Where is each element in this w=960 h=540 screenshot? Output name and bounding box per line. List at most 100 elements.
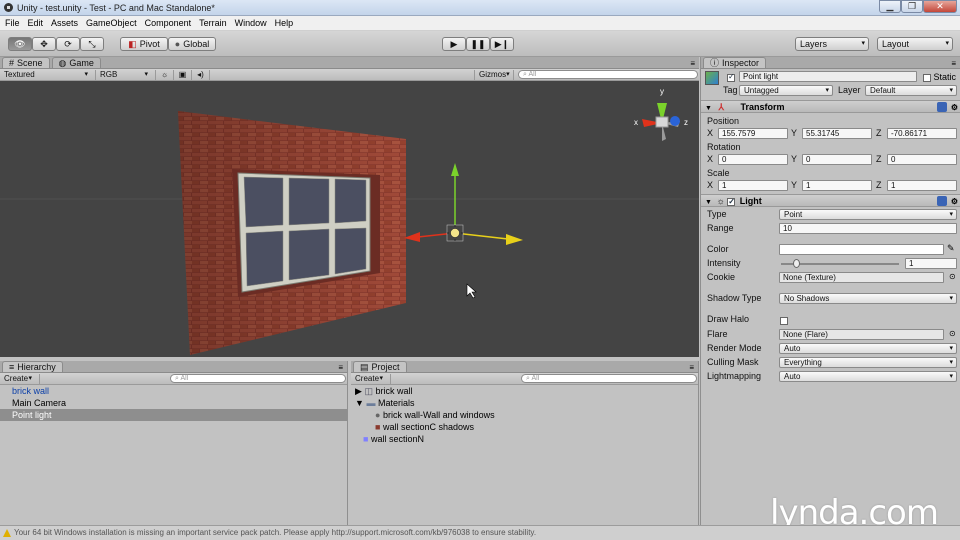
tab-scene[interactable]: # Scene <box>2 57 50 68</box>
close-window-button[interactable]: ✕ <box>923 0 957 13</box>
play-button[interactable]: ▶ <box>442 37 466 51</box>
light-type-dropdown[interactable]: Point <box>779 209 957 220</box>
scl-y-label: Y <box>791 180 798 190</box>
scale-tool-button[interactable]: ⤡ <box>80 37 104 51</box>
object-name-field[interactable]: Point light <box>739 71 917 82</box>
object-picker-icon[interactable]: ⊙ <box>949 272 956 281</box>
culling-mask-dropdown[interactable]: Everything <box>779 357 957 368</box>
inspector-panel-menu-icon[interactable]: ≡ <box>951 59 956 68</box>
project-item-material-wall-windows[interactable]: ● brick wall-Wall and windows <box>351 409 698 421</box>
rotation-y-field[interactable]: 0 <box>802 154 872 165</box>
menu-help[interactable]: Help <box>272 18 297 28</box>
tag-dropdown[interactable]: Untagged <box>739 85 833 96</box>
rotation-z-field[interactable]: 0 <box>887 154 957 165</box>
hierarchy-create-dropdown[interactable]: Create <box>0 373 40 384</box>
component-gear-icon[interactable]: ⚙ <box>951 196 958 208</box>
lighting-toggle[interactable]: ☼ <box>156 69 174 80</box>
menu-component[interactable]: Component <box>142 18 195 28</box>
menu-window[interactable]: Window <box>232 18 270 28</box>
position-y-field[interactable]: 55.31745 <box>802 128 872 139</box>
active-checkbox[interactable] <box>727 72 735 82</box>
gizmo-z-arrow-icon[interactable] <box>506 234 523 245</box>
static-label: Static <box>933 72 957 82</box>
lightmapping-dropdown[interactable]: Auto <box>779 371 957 382</box>
scale-z-field[interactable]: 1 <box>887 180 957 191</box>
scene-search-input[interactable]: ⌕ All <box>518 70 698 79</box>
pivot-toggle-button[interactable]: ◧ Pivot <box>120 37 168 51</box>
eyedropper-icon[interactable]: ✎ <box>947 243 955 254</box>
gizmo-x-arrow-icon[interactable] <box>404 232 420 242</box>
scale-y-field[interactable]: 1 <box>802 180 872 191</box>
project-panel-menu-icon[interactable]: ≡ <box>689 363 694 372</box>
project-item-wall-sectionc[interactable]: ■ wall sectionC shadows <box>351 421 698 433</box>
layout-label: Layout <box>882 39 910 49</box>
pause-button[interactable]: ❚❚ <box>466 37 490 51</box>
brick-wall-mesh[interactable] <box>178 111 406 355</box>
hierarchy-item-brick-wall[interactable]: brick wall <box>0 385 347 397</box>
hierarchy-item-main-camera[interactable]: Main Camera <box>0 397 347 409</box>
move-tool-button[interactable]: ✥ <box>32 37 56 51</box>
light-enabled-checkbox[interactable] <box>727 196 736 208</box>
gizmos-dropdown[interactable]: Gizmos <box>474 69 514 80</box>
hierarchy-item-point-light[interactable]: Point light <box>0 409 347 421</box>
scene-viewport[interactable]: y x z <box>0 81 699 357</box>
color-swatch[interactable] <box>779 244 944 255</box>
point-light-sun-icon[interactable] <box>450 228 460 238</box>
global-toggle-button[interactable]: ● Global <box>168 37 216 51</box>
gizmo-y-arrow-icon[interactable] <box>451 163 459 176</box>
tab-project[interactable]: ▤ Project <box>353 361 407 372</box>
rotate-tool-button[interactable]: ⟳ <box>56 37 80 51</box>
lightmapping-label: Lightmapping <box>707 371 762 381</box>
rotation-x-field[interactable]: 0 <box>718 154 788 165</box>
menu-gameobject[interactable]: GameObject <box>83 18 140 28</box>
range-field[interactable]: 10 <box>779 223 957 234</box>
project-item-wall-sectionn[interactable]: ■ wall sectionN <box>351 433 698 445</box>
project-search-input[interactable]: ⌕ All <box>521 374 697 383</box>
menu-terrain[interactable]: Terrain <box>196 18 230 28</box>
flare-object-field[interactable]: None (Flare) <box>779 329 944 340</box>
hierarchy-panel-menu-icon[interactable]: ≡ <box>338 363 343 372</box>
maximize-button[interactable]: ❐ <box>901 0 923 13</box>
help-book-icon[interactable] <box>937 196 947 206</box>
light-component-header[interactable]: ▼ ☼ Light ⚙ <box>701 194 960 208</box>
step-button[interactable]: ▶❙ <box>490 37 514 51</box>
minimize-button[interactable]: ▁ <box>879 0 901 13</box>
color-mode-dropdown[interactable]: RGB <box>96 69 156 80</box>
orient-z-cone-icon[interactable] <box>670 116 680 126</box>
project-item-materials[interactable]: ▼ ▬ Materials <box>351 397 698 409</box>
intensity-slider-thumb[interactable] <box>792 259 800 268</box>
hierarchy-search-input[interactable]: ⌕ All <box>170 374 346 383</box>
position-x-field[interactable]: 155.7579 <box>718 128 788 139</box>
help-book-icon[interactable] <box>937 102 947 112</box>
component-gear-icon[interactable]: ⚙ <box>951 102 958 114</box>
position-z-field[interactable]: -70.86171 <box>887 128 957 139</box>
layers-dropdown[interactable]: Layers <box>795 37 869 51</box>
transform-component-header[interactable]: ▼ ⅄ Transform ⚙ <box>701 100 960 113</box>
panel-menu-icon[interactable]: ≡ <box>690 59 695 68</box>
project-create-dropdown[interactable]: Create <box>351 373 391 384</box>
menu-file[interactable]: File <box>2 18 23 28</box>
layout-dropdown[interactable]: Layout <box>877 37 953 51</box>
status-bar[interactable]: Your 64 bit Windows installation is miss… <box>0 525 960 540</box>
shadow-type-dropdown[interactable]: No Shadows <box>779 293 957 304</box>
audio-toggle[interactable]: ◂) <box>192 69 210 80</box>
menu-edit[interactable]: Edit <box>25 18 47 28</box>
project-item-brick-wall[interactable]: ▶ ◫ brick wall <box>351 385 698 397</box>
scene-orientation-gizmo[interactable]: y x z <box>634 87 688 141</box>
intensity-field[interactable]: 1 <box>905 258 957 269</box>
view-tool-button[interactable]: 👁 <box>8 37 32 51</box>
render-mode-dropdown[interactable]: Textured <box>0 69 96 80</box>
cookie-object-field[interactable]: None (Texture) <box>779 272 944 283</box>
tab-game[interactable]: ◍ Game <box>51 57 101 68</box>
menu-assets[interactable]: Assets <box>48 18 81 28</box>
scale-x-field[interactable]: 1 <box>718 180 788 191</box>
draw-halo-checkbox[interactable] <box>780 315 788 325</box>
layer-dropdown[interactable]: Default <box>865 85 957 96</box>
static-toggle[interactable]: Static <box>923 72 956 82</box>
object-picker-icon[interactable]: ⊙ <box>949 329 956 338</box>
image-toggle[interactable]: ▣ <box>174 69 192 80</box>
move-gizmo[interactable] <box>404 163 523 245</box>
tab-inspector[interactable]: ⓘ Inspector <box>703 57 767 68</box>
tab-hierarchy[interactable]: ≡ Hierarchy <box>2 361 63 372</box>
render-mode-dropdown[interactable]: Auto <box>779 343 957 354</box>
